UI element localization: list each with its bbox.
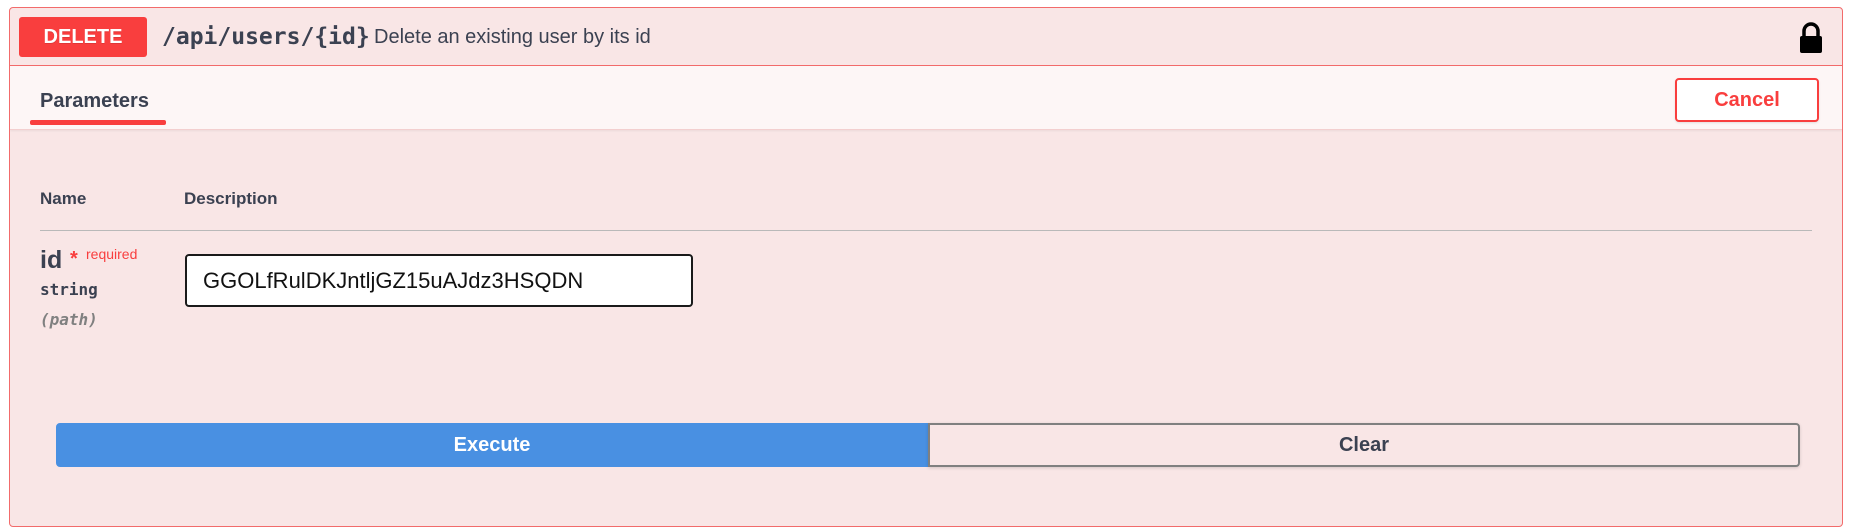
parameter-location: (path) <box>40 310 98 329</box>
id-parameter-input[interactable] <box>185 254 693 307</box>
parameter-name: id <box>40 246 63 274</box>
column-header-name: Name <box>40 189 87 208</box>
table-divider <box>40 230 1812 231</box>
clear-button[interactable]: Clear <box>928 423 1800 467</box>
operation-description: Delete an existing user by its id <box>374 26 651 48</box>
column-header-description: Description <box>184 189 278 208</box>
execute-button-group: Execute Clear <box>56 423 1800 467</box>
endpoint-path: /api/users/{id} <box>162 24 370 50</box>
parameter-type: string <box>40 280 98 299</box>
required-star: * <box>70 248 78 270</box>
lock-icon[interactable] <box>1796 21 1826 55</box>
delete-operation-block: DELETE /api/users/{id} Delete an existin… <box>9 7 1843 527</box>
tab-parameters[interactable]: Parameters <box>40 90 149 113</box>
required-label: required <box>86 246 138 262</box>
parameters-tab-header: Parameters Cancel <box>10 66 1842 130</box>
http-method-badge: DELETE <box>19 17 147 57</box>
operation-summary[interactable]: DELETE /api/users/{id} Delete an existin… <box>10 8 1842 66</box>
active-tab-indicator <box>30 120 166 125</box>
cancel-button[interactable]: Cancel <box>1675 78 1819 122</box>
execute-button[interactable]: Execute <box>56 423 928 467</box>
